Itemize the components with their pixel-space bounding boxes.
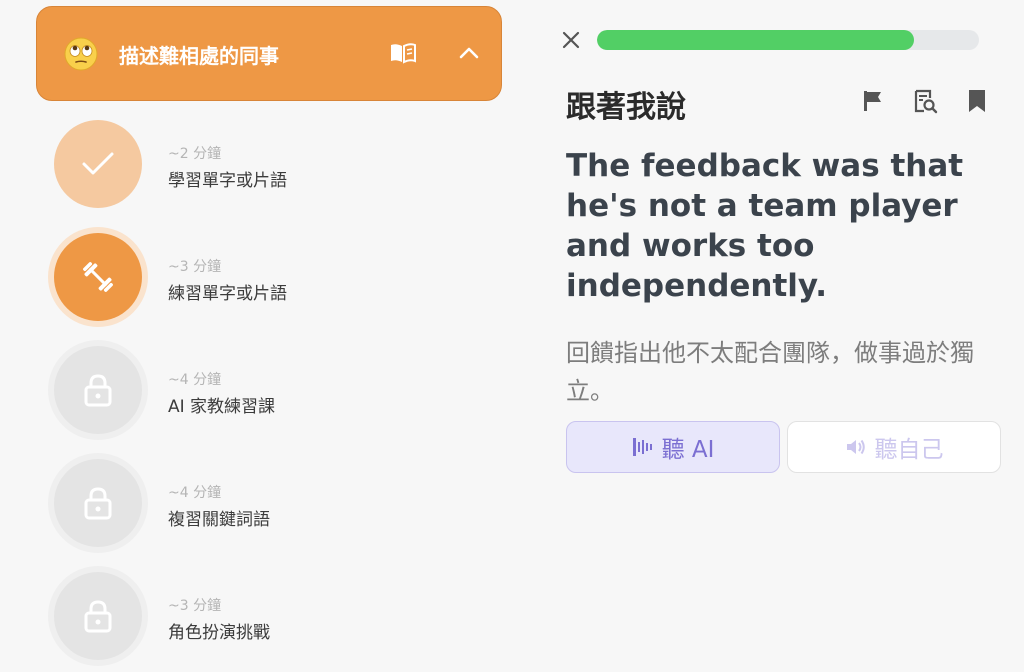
step-item-locked: ~4 分鐘 複習關鍵詞語 xyxy=(0,449,540,559)
step-label: 練習單字或片語 xyxy=(168,284,287,304)
eye-roll-emoji-icon xyxy=(64,37,98,71)
step-status-circle xyxy=(54,120,142,208)
lesson-sidebar: 描述難相處的同事 ~2 分鐘 學習單字或片語 ~3 分鐘 練習單字或片語 ~4 … xyxy=(0,0,540,666)
search-document-icon[interactable] xyxy=(912,88,938,114)
listen-self-label: 聽自己 xyxy=(874,437,944,463)
exercise-title: 跟著我說 xyxy=(566,90,686,125)
close-icon[interactable] xyxy=(560,29,582,51)
step-duration: ~2 分鐘 xyxy=(168,146,222,162)
lesson-header[interactable]: 描述難相處的同事 xyxy=(36,6,502,101)
lock-icon xyxy=(84,374,112,407)
step-label: AI 家教練習課 xyxy=(168,397,276,417)
step-item[interactable]: ~2 分鐘 學習單字或片語 xyxy=(0,110,540,220)
progress-fill xyxy=(597,30,915,50)
listen-self-button[interactable]: 聽自己 xyxy=(787,421,1001,473)
step-status-circle xyxy=(54,459,142,547)
step-label: 學習單字或片語 xyxy=(168,171,287,191)
progress-bar xyxy=(597,30,979,50)
step-duration: ~3 分鐘 xyxy=(168,598,222,614)
sentence-translation: 回饋指出他不太配合團隊，做事過於獨立。 xyxy=(566,339,974,405)
step-status-circle xyxy=(54,572,142,660)
book-icon[interactable] xyxy=(389,42,417,64)
audio-waveform-icon xyxy=(632,438,652,456)
checkmark-icon xyxy=(82,152,114,175)
bookmark-icon[interactable] xyxy=(964,88,990,114)
exercise-panel: 跟著我說 The feedback was that he's not a te… xyxy=(540,0,1024,660)
step-label: 複習關鍵詞語 xyxy=(168,510,270,530)
lock-icon xyxy=(84,487,112,520)
step-duration: ~4 分鐘 xyxy=(168,372,222,388)
chevron-up-icon[interactable] xyxy=(457,44,481,62)
step-item-locked: ~4 分鐘 AI 家教練習課 xyxy=(0,336,540,446)
step-duration: ~4 分鐘 xyxy=(168,485,222,501)
step-label: 角色扮演挑戰 xyxy=(168,623,270,643)
target-sentence: The feedback was that he's not a team pl… xyxy=(566,148,964,304)
step-status-circle xyxy=(54,233,142,321)
step-item-active[interactable]: ~3 分鐘 練習單字或片語 xyxy=(0,223,540,333)
speaker-icon xyxy=(846,439,865,455)
lesson-title: 描述難相處的同事 xyxy=(119,44,279,68)
listen-ai-button[interactable]: 聽 AI xyxy=(566,421,780,473)
dumbbell-icon xyxy=(83,262,113,292)
lock-icon xyxy=(84,600,112,633)
step-item-locked: ~3 分鐘 角色扮演挑戰 xyxy=(0,562,540,672)
listen-ai-label: 聽 AI xyxy=(661,437,715,463)
flag-icon[interactable] xyxy=(860,88,886,114)
step-status-circle xyxy=(54,346,142,434)
step-duration: ~3 分鐘 xyxy=(168,259,222,275)
